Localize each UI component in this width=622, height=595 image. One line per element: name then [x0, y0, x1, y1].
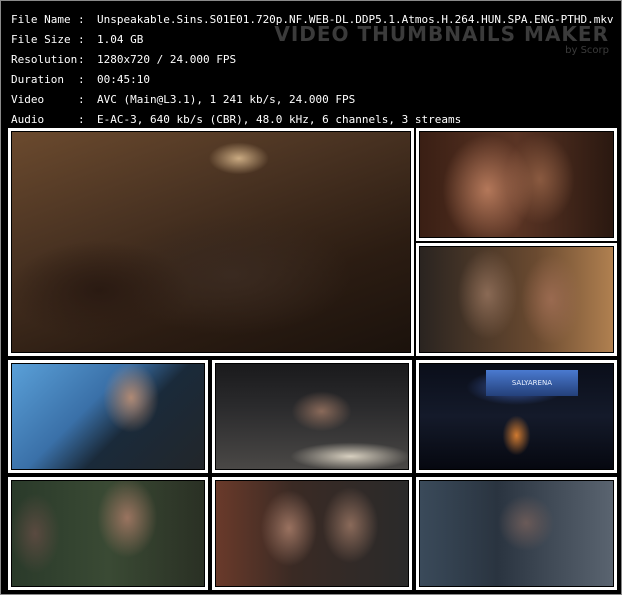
frame-thumbnail-3[interactable]	[416, 243, 617, 356]
frame-image	[215, 363, 409, 470]
arena-sign: SALYARENA	[485, 370, 579, 396]
info-label: Resolution	[11, 53, 78, 66]
info-label: File Name	[11, 13, 71, 26]
info-label: Duration	[11, 73, 64, 86]
info-value: AVC (Main@L3.1), 1 241 kb/s, 24.000 FPS	[97, 93, 356, 106]
info-separator: :	[78, 53, 85, 66]
info-value: E-AC-3, 640 kb/s (CBR), 48.0 kHz, 6 chan…	[97, 113, 462, 126]
frame-image	[215, 480, 409, 587]
info-value: 1280x720 / 24.000 FPS	[97, 53, 237, 66]
watermark-subtitle: by Scorp	[565, 45, 609, 56]
frame-image	[419, 480, 614, 587]
frame-thumbnail-2[interactable]	[416, 128, 617, 241]
frame-image	[419, 246, 614, 353]
frame-thumbnail-6[interactable]: SALYARENA	[416, 360, 617, 473]
frame-thumbnail-7[interactable]	[8, 477, 208, 590]
frame-image: SALYARENA	[419, 363, 614, 470]
info-row-video: Video : AVC (Main@L3.1), 1 241 kb/s, 24.…	[11, 90, 611, 110]
frame-image	[419, 131, 614, 238]
frame-thumbnail-8[interactable]	[212, 477, 412, 590]
info-separator: :	[78, 93, 85, 106]
frame-image	[11, 480, 205, 587]
info-label: File Size	[11, 33, 71, 46]
info-separator: :	[78, 113, 85, 126]
frame-thumbnail-9[interactable]	[416, 477, 617, 590]
info-separator: :	[78, 33, 85, 46]
info-value: 1.04 GB	[97, 33, 144, 46]
info-row-audio: Audio : E-AC-3, 640 kb/s (CBR), 48.0 kHz…	[11, 110, 611, 130]
info-separator: :	[78, 73, 85, 86]
info-label: Video	[11, 93, 45, 106]
info-label: Audio	[11, 113, 45, 126]
thumbnail-sheet: File Name : Unspeakable.Sins.S01E01.720p…	[0, 0, 622, 595]
frame-thumbnail-4[interactable]	[8, 360, 208, 473]
info-value: 00:45:10	[97, 73, 150, 86]
frame-image	[11, 131, 411, 353]
frame-thumbnail-5[interactable]	[212, 360, 412, 473]
frame-thumbnail-1[interactable]	[8, 128, 414, 356]
watermark: VIDEO THUMBNAILS MAKER by Scorp	[274, 23, 609, 57]
info-separator: :	[78, 13, 85, 26]
frame-image	[11, 363, 205, 470]
info-row-duration: Duration : 00:45:10	[11, 70, 611, 90]
watermark-title: VIDEO THUMBNAILS MAKER	[274, 22, 609, 46]
